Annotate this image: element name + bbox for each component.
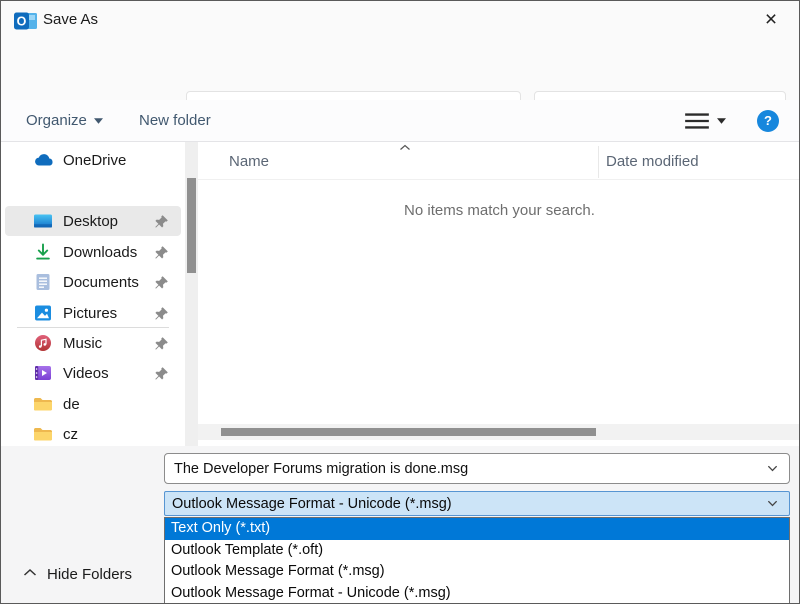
save-as-type-chevron-icon[interactable] bbox=[766, 497, 780, 511]
column-divider bbox=[598, 146, 599, 178]
navigation-pane: OneDrive Desktop bbox=[1, 142, 185, 446]
column-header-name[interactable]: Name bbox=[229, 153, 269, 170]
sidebar-item-label: cz bbox=[63, 426, 181, 443]
sidebar-scrollbar[interactable] bbox=[185, 142, 198, 446]
dropdown-option-outlook-message-format[interactable]: Outlook Message Format (*.msg) bbox=[165, 561, 789, 583]
pin-icon bbox=[154, 366, 169, 381]
close-icon[interactable]: × bbox=[755, 5, 787, 35]
sidebar-item-onedrive[interactable]: OneDrive bbox=[5, 145, 181, 175]
titlebar: O Save As × bbox=[1, 1, 799, 41]
save-as-type-value: Outlook Message Format - Unicode (*.msg) bbox=[165, 496, 766, 512]
videos-icon bbox=[33, 363, 53, 383]
sidebar-item-label: Music bbox=[63, 335, 154, 352]
view-list-icon[interactable] bbox=[683, 109, 711, 133]
sidebar-item-documents[interactable]: Documents bbox=[5, 267, 181, 297]
save-as-type-combobox[interactable]: Outlook Message Format - Unicode (*.msg) bbox=[164, 491, 790, 516]
save-as-dialog: O Save As × ← → ↑ Desk... bbox=[0, 0, 800, 604]
pin-icon bbox=[154, 245, 169, 260]
navigation-bar: ← → ↑ Desk... Resultant... bbox=[1, 41, 799, 100]
organize-label: Organize bbox=[26, 112, 87, 129]
sidebar-scrollbar-thumb[interactable] bbox=[187, 178, 196, 273]
sidebar-item-label: de bbox=[63, 396, 181, 413]
new-folder-label: New folder bbox=[139, 112, 211, 129]
pin-icon bbox=[154, 336, 169, 351]
bottom-panel: File name: Save as type: Outlook Message… bbox=[1, 446, 799, 604]
downloads-icon bbox=[33, 242, 53, 262]
file-name-field bbox=[164, 453, 790, 484]
window-title: Save As bbox=[43, 11, 98, 28]
save-as-type-dropdown: Text Only (*.txt) Outlook Template (*.of… bbox=[164, 517, 790, 604]
dropdown-option-outlook-message-format-unicode[interactable]: Outlook Message Format - Unicode (*.msg) bbox=[165, 583, 789, 604]
file-name-dropdown-chevron-icon[interactable] bbox=[766, 462, 780, 476]
sidebar-item-music[interactable]: Music bbox=[5, 328, 181, 358]
pictures-icon bbox=[33, 303, 53, 323]
onedrive-icon bbox=[33, 150, 53, 170]
sort-ascending-icon bbox=[399, 144, 411, 152]
sidebar-item-label: Desktop bbox=[63, 213, 154, 230]
sidebar-item-label: Documents bbox=[63, 274, 154, 291]
sidebar-item-videos[interactable]: Videos bbox=[5, 358, 181, 388]
sidebar-item-desktop[interactable]: Desktop bbox=[5, 206, 181, 236]
pin-icon bbox=[154, 214, 169, 229]
folder-icon bbox=[33, 394, 53, 414]
sidebar-item-label: Pictures bbox=[63, 305, 154, 322]
file-list: Name Date modified No items match your s… bbox=[198, 142, 799, 446]
horizontal-scrollbar-thumb[interactable] bbox=[221, 428, 596, 436]
dropdown-option-text-only[interactable]: Text Only (*.txt) bbox=[165, 518, 789, 540]
hide-folders-button[interactable]: Hide Folders bbox=[23, 566, 132, 583]
dropdown-option-outlook-template[interactable]: Outlook Template (*.oft) bbox=[165, 540, 789, 562]
file-name-input[interactable] bbox=[165, 461, 766, 477]
content-area: OneDrive Desktop bbox=[1, 142, 799, 446]
header-divider bbox=[198, 179, 799, 180]
sidebar-item-pictures[interactable]: Pictures bbox=[5, 298, 181, 328]
music-icon bbox=[33, 333, 53, 353]
sidebar-item-label: OneDrive bbox=[63, 152, 181, 169]
documents-icon bbox=[33, 272, 53, 292]
hide-folders-label: Hide Folders bbox=[47, 566, 132, 583]
new-folder-button[interactable]: New folder bbox=[139, 100, 211, 141]
view-options-caret-icon[interactable] bbox=[717, 109, 726, 133]
pin-icon bbox=[154, 275, 169, 290]
organize-button[interactable]: Organize bbox=[26, 100, 103, 141]
sidebar-item-label: Downloads bbox=[63, 244, 154, 261]
sidebar-item-cz[interactable]: cz bbox=[5, 419, 181, 446]
svg-text:O: O bbox=[17, 15, 27, 29]
chevron-up-icon bbox=[23, 568, 37, 582]
desktop-icon bbox=[33, 211, 53, 231]
help-button[interactable]: ? bbox=[757, 110, 779, 132]
folder-icon bbox=[33, 424, 53, 444]
sidebar-item-de[interactable]: de bbox=[5, 389, 181, 419]
command-bar: Organize New folder ? bbox=[1, 100, 799, 142]
sidebar-item-label: Videos bbox=[63, 365, 154, 382]
sidebar-item-downloads[interactable]: Downloads bbox=[5, 237, 181, 267]
pin-icon bbox=[154, 306, 169, 321]
outlook-app-icon: O bbox=[14, 11, 38, 31]
organize-caret-icon bbox=[94, 118, 103, 124]
file-list-horizontal-scrollbar[interactable] bbox=[198, 424, 799, 440]
empty-list-message: No items match your search. bbox=[198, 202, 799, 219]
column-header-date-modified[interactable]: Date modified bbox=[606, 153, 699, 170]
